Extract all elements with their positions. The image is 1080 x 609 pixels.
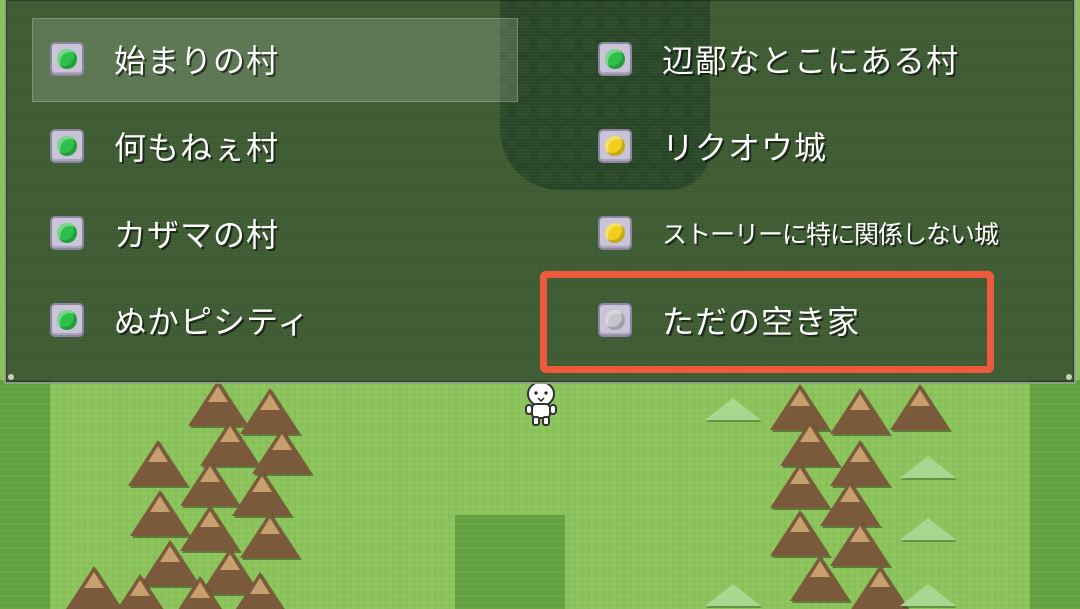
green-gem-icon bbox=[57, 223, 77, 243]
location-item[interactable]: 何もねぇ村 bbox=[50, 116, 279, 176]
mountain bbox=[890, 384, 950, 430]
status-gem-box bbox=[50, 303, 84, 337]
yellow-gem-icon bbox=[605, 223, 625, 243]
game-scene: 始まりの村 何もねぇ村 カザマの村 ぬかピシティ 辺鄙なとこにある村 リクオウ城… bbox=[0, 0, 1080, 609]
status-gem-box bbox=[50, 129, 84, 163]
status-gem-box bbox=[598, 129, 632, 163]
status-gem-box bbox=[50, 42, 84, 76]
green-gem-icon bbox=[57, 49, 77, 69]
location-item[interactable]: ぬかピシティ bbox=[50, 290, 310, 350]
dark-grass-patch bbox=[1030, 380, 1080, 609]
green-gem-icon bbox=[605, 49, 625, 69]
location-item[interactable]: ストーリーに特に関係しない城 bbox=[598, 203, 999, 263]
mountain bbox=[110, 574, 170, 609]
hill bbox=[705, 584, 761, 606]
status-gem-box bbox=[598, 216, 632, 250]
location-label: 始まりの村 bbox=[114, 42, 280, 80]
selected-location-highlight bbox=[540, 271, 994, 373]
location-item[interactable]: カザマの村 bbox=[50, 203, 279, 263]
window-corner bbox=[1066, 374, 1072, 380]
location-label: 何もねぇ村 bbox=[114, 129, 280, 167]
window-corner bbox=[8, 374, 14, 380]
mountain bbox=[232, 470, 292, 516]
mountain bbox=[128, 440, 188, 486]
status-gem-box bbox=[598, 42, 632, 76]
hill bbox=[900, 584, 956, 606]
location-item[interactable]: 始まりの村 bbox=[50, 29, 279, 89]
location-label: ストーリーに特に関係しない城 bbox=[662, 220, 999, 249]
status-gem-box bbox=[50, 216, 84, 250]
green-gem-icon bbox=[57, 310, 77, 330]
mountain bbox=[252, 428, 312, 474]
location-label: カザマの村 bbox=[114, 216, 280, 254]
hill bbox=[705, 398, 761, 420]
hill bbox=[900, 456, 956, 478]
dark-grass-patch bbox=[0, 380, 50, 609]
yellow-gem-icon bbox=[605, 136, 625, 156]
mountain bbox=[170, 576, 230, 609]
location-item[interactable]: 辺鄙なとこにある村 bbox=[598, 29, 959, 89]
mountain bbox=[230, 572, 290, 609]
location-item[interactable]: リクオウ城 bbox=[598, 116, 827, 176]
location-label: リクオウ城 bbox=[662, 129, 828, 167]
location-label: ぬかピシティ bbox=[114, 303, 311, 341]
mountain bbox=[790, 555, 850, 601]
hill bbox=[900, 518, 956, 540]
dark-grass-patch bbox=[455, 515, 565, 609]
green-gem-icon bbox=[57, 136, 77, 156]
location-label: 辺鄙なとこにある村 bbox=[662, 42, 960, 80]
player-character bbox=[525, 381, 557, 426]
mountain bbox=[770, 510, 830, 556]
